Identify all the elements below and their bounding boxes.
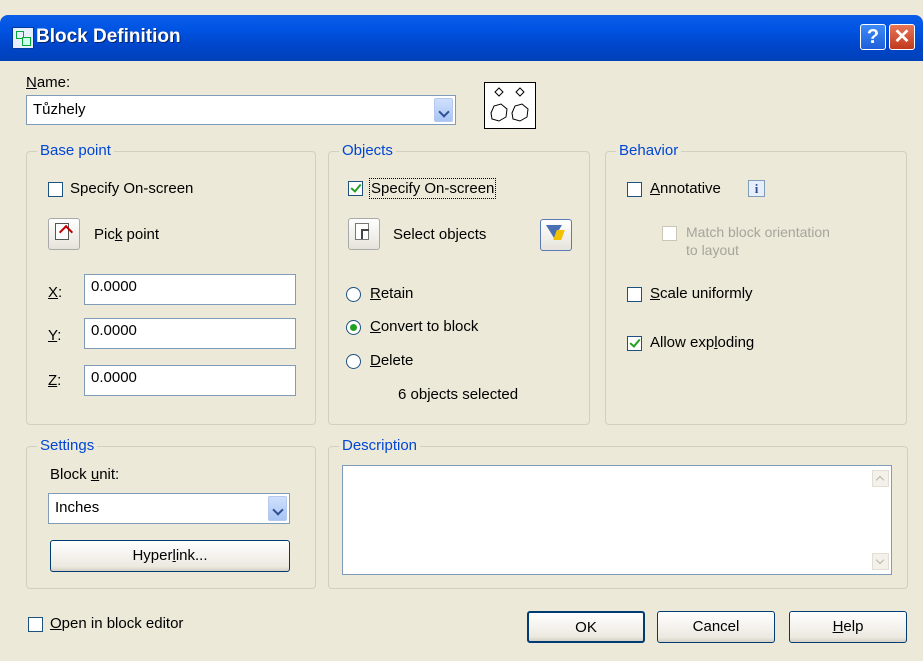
retain-label: Retain <box>370 285 414 302</box>
block-preview-image <box>484 82 536 129</box>
chevron-down-icon[interactable] <box>434 98 453 122</box>
objects-selected-status: 6 objects selected <box>398 386 519 403</box>
pick-point-label: Pick point <box>94 226 160 243</box>
select-objects-icon[interactable] <box>348 218 380 250</box>
behavior-title: Behavior <box>616 142 682 159</box>
delete-radio[interactable] <box>346 354 361 369</box>
allow-exploding-checkbox[interactable] <box>627 336 642 351</box>
block-definition-app-icon <box>12 27 34 49</box>
name-combobox[interactable]: Tůzhely <box>26 95 456 125</box>
annotative-checkbox[interactable] <box>627 182 642 197</box>
name-label: Name: <box>26 74 71 91</box>
quick-select-filter-icon[interactable] <box>540 219 572 251</box>
open-in-block-editor-checkbox[interactable] <box>28 617 43 632</box>
select-objects-label: Select objects <box>393 226 487 243</box>
y-input[interactable]: 0.0000 <box>84 318 296 349</box>
convert-to-block-label: Convert to block <box>370 318 479 335</box>
scroll-up-arrow-icon[interactable] <box>872 470 889 487</box>
close-button[interactable]: ✕ <box>889 24 915 50</box>
scale-uniformly-label: Scale uniformly <box>650 285 753 302</box>
block-unit-combobox[interactable]: Inches <box>48 493 290 524</box>
z-input[interactable]: 0.0000 <box>84 365 296 396</box>
scroll-down-arrow-icon[interactable] <box>872 553 889 570</box>
description-textarea[interactable] <box>342 465 892 575</box>
objects-specify-onscreen-label: Specify On-screen <box>368 178 497 199</box>
objects-specify-onscreen-checkbox[interactable] <box>348 181 363 196</box>
z-label: Z: <box>48 372 62 389</box>
match-orientation-label-line1: Match block orientation <box>686 224 830 240</box>
allow-exploding-label: Allow exploding <box>650 334 755 351</box>
match-orientation-label-line2: to layout <box>686 242 739 258</box>
block-unit-label: Block unit: <box>50 466 120 483</box>
help-button[interactable]: Help <box>789 611 907 643</box>
base-specify-onscreen-checkbox[interactable] <box>48 182 63 197</box>
hyperlink-button[interactable]: Hyperlink... <box>50 540 290 572</box>
open-in-block-editor-label: Open in block editor <box>50 615 184 632</box>
x-label: X: <box>48 284 63 301</box>
ok-button[interactable]: OK <box>527 611 645 643</box>
objects-title: Objects <box>339 142 396 159</box>
name-value: Tůzhely <box>33 101 86 118</box>
window-title: Block Definition <box>36 26 181 47</box>
base-specify-onscreen-label: Specify On-screen <box>70 180 194 197</box>
chevron-down-icon[interactable] <box>268 496 287 521</box>
annotative-label: Annotative <box>650 180 721 197</box>
scale-uniformly-checkbox[interactable] <box>627 287 642 302</box>
cancel-button[interactable]: Cancel <box>657 611 775 643</box>
base-point-title: Base point <box>37 142 114 159</box>
convert-to-block-radio[interactable] <box>346 320 361 335</box>
info-icon[interactable]: i <box>748 180 765 197</box>
description-title: Description <box>339 437 421 454</box>
x-input[interactable]: 0.0000 <box>84 274 296 305</box>
match-orientation-checkbox[interactable] <box>662 226 677 241</box>
pick-point-icon[interactable] <box>48 218 80 250</box>
help-titlebar-button[interactable]: ? <box>860 24 886 50</box>
block-definition-dialog: Block Definition ? ✕ Name: Tůzhely Base … <box>0 0 923 661</box>
block-unit-value: Inches <box>55 499 100 516</box>
delete-label: Delete <box>370 352 414 369</box>
y-label: Y: <box>48 327 62 344</box>
settings-title: Settings <box>37 437 98 454</box>
retain-radio[interactable] <box>346 287 361 302</box>
